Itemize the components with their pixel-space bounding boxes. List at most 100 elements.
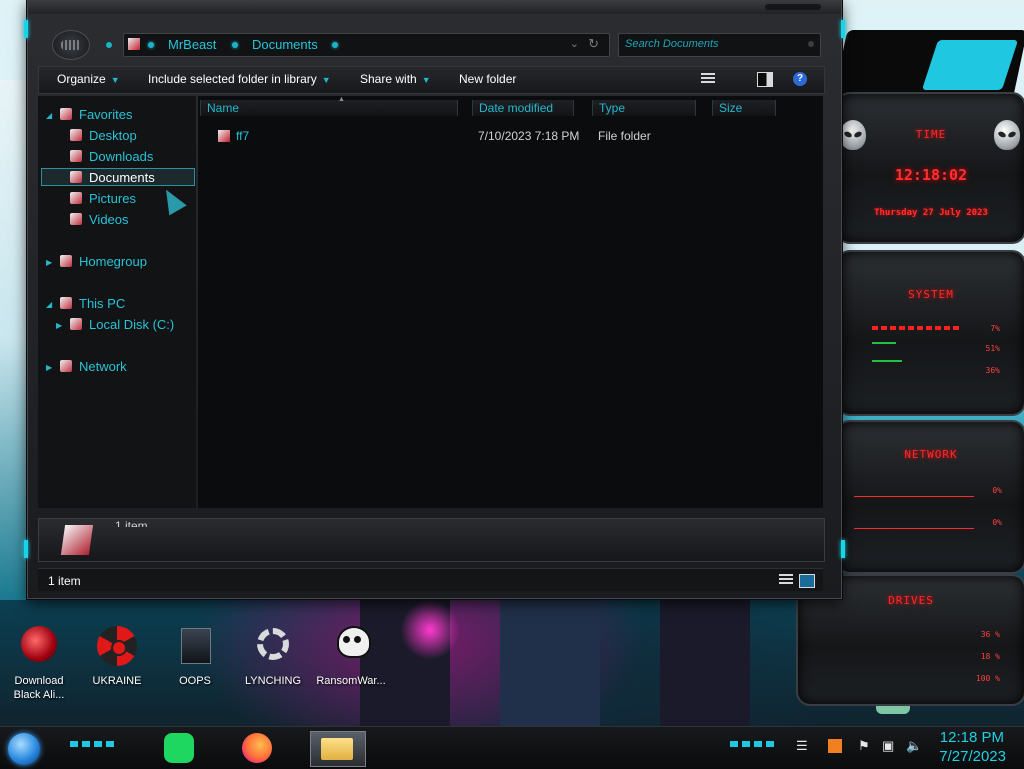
desktop-icon-lynching[interactable]: LYNCHING [238, 624, 308, 688]
breadcrumb-documents[interactable]: Documents [252, 37, 318, 52]
include-label: Include selected folder in library [148, 72, 317, 86]
folder-icon [218, 130, 230, 142]
table-row[interactable]: ff7 7/10/2023 7:18 PM File folder [198, 128, 818, 146]
nav-videos[interactable]: Videos [70, 211, 129, 229]
nav-this-pc-label: This PC [79, 296, 126, 311]
network-graph-up [854, 486, 974, 497]
help-icon[interactable]: ? [793, 72, 807, 86]
taskbar: ☰ ⚑ ▣ 🔈 12:18 PM 7/27/2023 [0, 726, 1024, 769]
documents-icon [70, 171, 82, 183]
speaker-grill-icon [61, 40, 81, 50]
wallpaper-neon-glow [400, 600, 460, 660]
file-explorer-icon [321, 738, 353, 760]
network-gadget-title: NETWORK [904, 448, 958, 461]
network-tray-icon[interactable]: ▣ [882, 739, 896, 753]
nav-documents-label: Documents [89, 170, 155, 185]
window-top-accent [765, 4, 821, 10]
expand-arrow-icon[interactable]: ▶ [56, 321, 62, 330]
explorer-window[interactable]: MrBeast Documents ⌄ ↻ Search Documents O… [24, 0, 845, 599]
sort-up-icon: ▲ [338, 96, 345, 103]
desktop-icon-download-black-alien[interactable]: Download Black Ali... [4, 624, 74, 702]
column-header-date[interactable]: Date modified [472, 100, 574, 116]
desktop-icon-ransomware[interactable]: RansomWar... [316, 624, 386, 688]
system-gadget[interactable]: SYSTEM 7% 51% 36% [836, 250, 1024, 416]
swap-meter [872, 360, 902, 362]
expand-arrow-icon[interactable]: ▶ [46, 363, 52, 372]
taskbar-deco-left [70, 741, 116, 747]
column-header-type[interactable]: Type [592, 100, 696, 116]
column-header-size[interactable]: Size [712, 100, 776, 116]
nav-desktop[interactable]: Desktop [70, 127, 137, 145]
nav-homegroup[interactable]: Homegroup [60, 253, 147, 271]
view-options-icon[interactable] [701, 73, 715, 85]
window-frame-notch [24, 20, 28, 38]
folder-icon [128, 38, 140, 50]
start-button[interactable] [8, 733, 40, 765]
window-frame-notch [841, 20, 845, 38]
chevron-down-icon: ▼ [421, 75, 431, 85]
network-graph-down [854, 518, 974, 529]
taskbar-clock-date[interactable]: 7/27/2023 [939, 748, 1006, 765]
search-icon [808, 41, 814, 47]
nav-local-disk[interactable]: Local Disk (C:) [70, 316, 174, 334]
tray-app-icon[interactable] [828, 739, 842, 753]
window-frame-notch [841, 540, 845, 558]
volume-icon[interactable]: 🔈 [906, 739, 922, 753]
nav-pictures[interactable]: Pictures [70, 190, 136, 208]
system-swap-value: 36% [985, 366, 1000, 375]
column-header-name[interactable]: Name [200, 100, 458, 116]
search-placeholder: Search Documents [625, 38, 719, 50]
share-with-button[interactable]: Share with ▼ [360, 72, 431, 86]
share-label: Share with [360, 72, 417, 86]
search-input[interactable]: Search Documents [618, 33, 821, 57]
expand-arrow-icon[interactable]: ▶ [46, 258, 52, 267]
drive-f-value: 18 % [980, 652, 1000, 661]
taskbar-app-spotify[interactable] [160, 731, 200, 765]
wallpaper-graffiti-accent [921, 40, 1019, 90]
include-in-library-button[interactable]: Include selected folder in library ▼ [148, 72, 331, 86]
large-icons-view-icon[interactable] [799, 574, 815, 588]
red-orb-icon [17, 624, 61, 668]
time-gadget[interactable]: TIME 12:18:02 Thursday 27 July 2023 [836, 92, 1024, 244]
breadcrumb-mrbeast[interactable]: MrBeast [168, 37, 216, 52]
details-pane: 1 item [38, 518, 825, 562]
nav-videos-label: Videos [89, 212, 129, 227]
navigation-pane: ◢ Favorites Desktop Downloads Documents … [38, 96, 196, 508]
organize-button[interactable]: Organize ▼ [57, 72, 120, 86]
nav-this-pc[interactable]: This PC [60, 295, 125, 313]
column-size-label: Size [719, 101, 743, 115]
address-bar[interactable]: MrBeast Documents ⌄ ↻ [123, 33, 610, 57]
taskbar-app-firefox[interactable] [238, 731, 278, 765]
command-bar: Organize ▼ Include selected folder in lib… [38, 66, 825, 94]
radiation-icon [95, 624, 139, 668]
expand-arrow-icon[interactable]: ◢ [46, 300, 52, 309]
system-cpu-value: 7% [990, 324, 1000, 333]
address-dropdown-icon[interactable]: ⌄ [570, 37, 579, 50]
preview-pane-icon[interactable] [757, 72, 773, 87]
downloads-icon [70, 150, 82, 162]
details-view-icon[interactable] [779, 574, 793, 586]
folder-icon [60, 525, 94, 555]
expand-arrow-icon[interactable]: ◢ [46, 111, 52, 120]
file-list-pane[interactable]: Name ▲ Date modified Type Size ff7 7/10/… [198, 96, 823, 508]
nav-downloads[interactable]: Downloads [70, 148, 153, 166]
network-gadget[interactable]: NETWORK 0% 0% [836, 420, 1024, 574]
ram-meter [872, 342, 896, 344]
taskbar-app-explorer[interactable] [310, 731, 366, 767]
refresh-icon[interactable]: ↻ [588, 36, 599, 52]
desktop-icon-label: OOPS [179, 675, 211, 687]
taskbar-clock-time[interactable]: 12:18 PM [940, 729, 1004, 746]
show-hidden-icons-icon[interactable]: ☰ [796, 739, 810, 753]
desktop-icon-ukraine[interactable]: UKRAINE [82, 624, 152, 688]
column-name-label: Name [207, 101, 240, 115]
back-button[interactable] [52, 30, 90, 60]
details-item-count: 1 item [115, 519, 148, 527]
system-ram-value: 51% [985, 344, 1000, 353]
nav-documents[interactable]: Documents [70, 169, 155, 187]
terminal-icon [173, 624, 217, 668]
nav-favorites[interactable]: Favorites [60, 106, 132, 124]
desktop-icon-oops[interactable]: OOPS [160, 624, 230, 688]
action-center-flag-icon[interactable]: ⚑ [858, 739, 872, 753]
nav-network[interactable]: Network [60, 358, 127, 376]
new-folder-button[interactable]: New folder [459, 72, 516, 86]
